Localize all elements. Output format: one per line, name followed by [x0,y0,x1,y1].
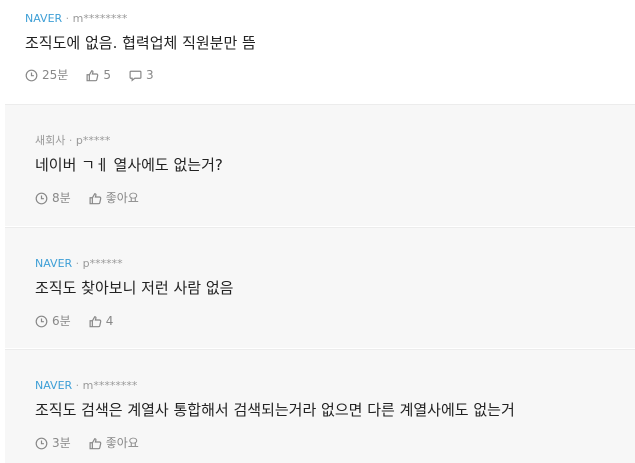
user-name: p****** [82,257,123,270]
comment-actions: 25분 5 3 [25,68,172,82]
company-name: 새회사 [35,134,66,147]
like-button[interactable]: 4 [89,314,114,328]
like-label: 좋아요 [105,191,139,205]
comment-text: 조직도에 없음. 협력업체 직원분만 뜸 [25,34,256,52]
meta-separator: · [75,379,80,392]
comment-text: 네이버 ㄱㅔ 열사에도 없는거? [35,156,223,174]
meta-separator: · [75,257,80,270]
user-name: m******** [82,379,138,392]
like-count: 5 [103,68,111,82]
company-name: NAVER [25,12,63,25]
comment-meta: 새회사 · p***** [35,134,110,147]
like-button[interactable]: 5 [86,68,111,82]
time-label: 8분 [52,191,71,205]
reply-button[interactable]: 3 [129,68,154,82]
clock-icon [35,192,48,204]
like-button[interactable]: 좋아요 [89,191,139,205]
time-label: 3분 [52,436,71,450]
comment-text: 조직도 찾아보니 저런 사람 없음 [35,279,234,297]
reply-item: 새회사 · p***** 네이버 ㄱㅔ 열사에도 없는거? 8분 좋아요 [5,104,635,226]
comment-time: 25분 [25,68,68,82]
time-label: 6분 [52,314,71,328]
thumbs-up-icon [89,192,102,204]
thumbs-up-icon [86,69,99,81]
comment-meta: NAVER · m******** [25,12,127,25]
comment-actions: 6분 4 [35,314,131,328]
comment-text: 조직도 검색은 계열사 통합해서 검색되는거라 없으면 다른 계열사에도 없는거 [35,401,515,419]
reply-item: NAVER · m******** 조직도 검색은 계열사 통합해서 검색되는거… [5,349,635,463]
user-name: m******** [72,12,128,25]
like-label: 좋아요 [105,436,139,450]
company-name: NAVER [35,379,73,392]
comment-time: 8분 [35,191,71,205]
clock-icon [35,315,48,327]
meta-separator: · [68,134,73,147]
comment-time: 6분 [35,314,71,328]
user-name: p***** [75,134,111,147]
like-count: 4 [105,314,114,328]
clock-icon [35,437,48,449]
comment-meta: NAVER · p****** [35,257,123,270]
like-button[interactable]: 좋아요 [89,436,139,450]
thumbs-up-icon [89,437,102,449]
comment-time: 3분 [35,436,71,450]
comment-actions: 8분 좋아요 [35,191,157,205]
clock-icon [25,69,38,81]
comment-meta: NAVER · m******** [35,379,137,392]
comment-thread: NAVER · m******** 조직도에 없음. 협력업체 직원분만 뜸 2… [0,0,635,463]
thumbs-up-icon [89,315,102,327]
reply-count: 3 [145,68,154,82]
meta-separator: · [65,12,70,25]
reply-item: NAVER · p****** 조직도 찾아보니 저런 사람 없음 6분 4 [5,227,635,348]
speech-bubble-icon [129,70,142,82]
comment-actions: 3분 좋아요 [35,436,157,450]
time-label: 25분 [42,68,69,82]
company-name: NAVER [35,257,73,270]
comment-item: NAVER · m******** 조직도에 없음. 협력업체 직원분만 뜸 2… [0,0,635,103]
